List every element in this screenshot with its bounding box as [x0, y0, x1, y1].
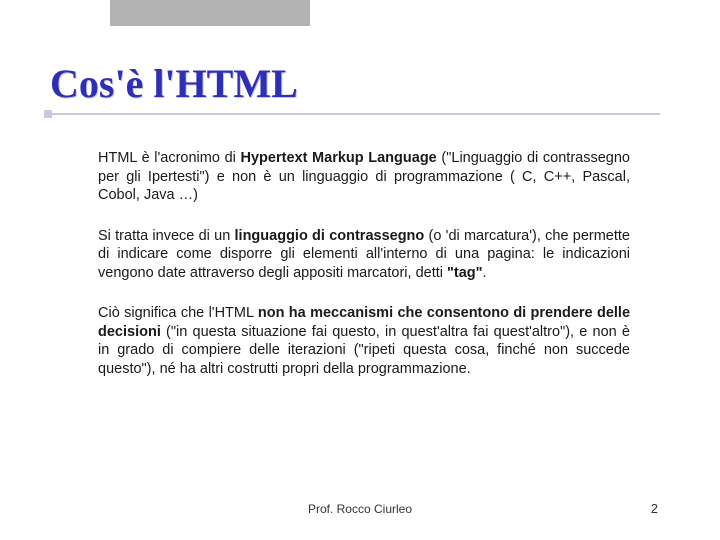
- paragraph-3: Ciò significa che l'HTML non ha meccanis…: [98, 304, 630, 378]
- text: HTML è l'acronimo di: [98, 150, 241, 166]
- text: Si tratta invece di un: [98, 228, 235, 244]
- paragraph-2: Si tratta invece di un linguaggio di con…: [98, 227, 630, 283]
- title-underline: [50, 113, 660, 115]
- page-number: 2: [651, 501, 658, 516]
- slide-title: Cos'è l'HTML: [50, 60, 670, 107]
- bold-text: Hypertext Markup Language: [241, 150, 437, 166]
- decorative-top-bar: [110, 0, 310, 26]
- bold-text: linguaggio di contrassegno: [235, 228, 425, 244]
- paragraph-1: HTML è l'acronimo di Hypertext Markup La…: [98, 149, 630, 205]
- text: Ciò significa che l'HTML: [98, 305, 258, 321]
- text: ("in questa situazione fai questo, in qu…: [98, 324, 630, 377]
- slide-content: Cos'è l'HTML HTML è l'acronimo di Hypert…: [0, 0, 720, 378]
- text: .: [483, 265, 487, 281]
- bold-text: "tag": [447, 265, 483, 281]
- footer-author: Prof. Rocco Ciurleo: [0, 502, 720, 516]
